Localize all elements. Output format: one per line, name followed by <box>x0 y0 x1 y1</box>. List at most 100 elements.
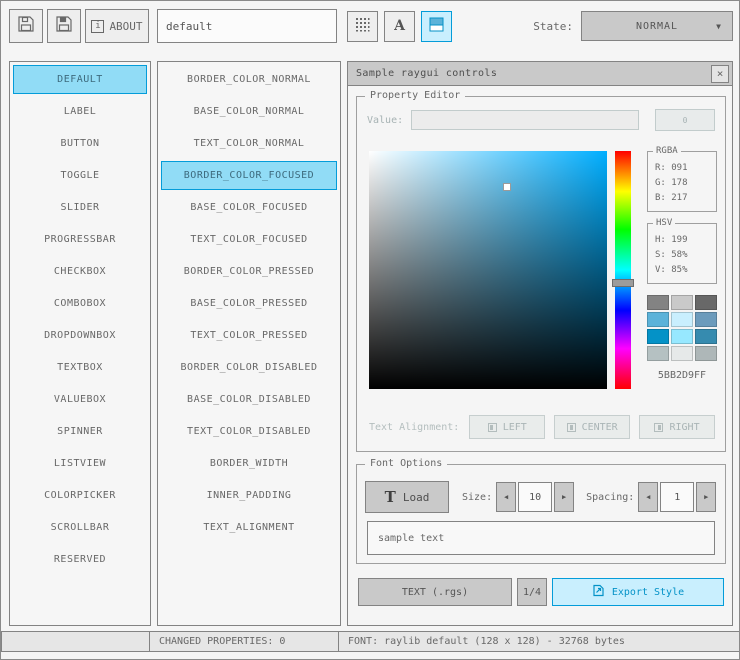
size-decrement-button[interactable]: ◀ <box>496 482 517 512</box>
style-color-palette <box>647 295 717 361</box>
size-value[interactable]: 10 <box>518 482 553 512</box>
text-alignment-label: Text Alignment: <box>369 421 460 433</box>
style-editor-icon <box>429 17 444 36</box>
about-button-label: ABOUT <box>109 19 143 33</box>
font-view-button[interactable]: A <box>384 10 415 42</box>
load-font-button[interactable]: T Load <box>365 481 449 513</box>
hsv-s-value: S: 58% <box>655 250 688 260</box>
property-item-text_color_normal[interactable]: TEXT_COLOR_NORMAL <box>161 129 337 158</box>
font-t-icon: T <box>384 488 396 506</box>
control-item-button[interactable]: BUTTON <box>13 129 147 158</box>
spacing-decrement-button[interactable]: ◀ <box>638 482 659 512</box>
color-picker-marker[interactable] <box>503 182 512 191</box>
property-item-base_color_disabled[interactable]: BASE_COLOR_DISABLED <box>161 385 337 414</box>
font-row: T Load Size: ◀ 10 ▶ Spacing: ◀ 1 ▶ <box>365 481 719 513</box>
control-item-checkbox[interactable]: CHECKBOX <box>13 257 147 286</box>
control-item-valuebox[interactable]: VALUEBOX <box>13 385 147 414</box>
state-dropdown[interactable]: NORMAL ▼ <box>581 11 733 41</box>
control-item-scrollbar[interactable]: SCROLLBAR <box>13 513 147 542</box>
export-style-button[interactable]: Export Style <box>552 578 724 606</box>
property-item-text_color_focused[interactable]: TEXT_COLOR_FOCUSED <box>161 225 337 254</box>
palette-swatch[interactable] <box>647 312 669 327</box>
control-item-toggle[interactable]: TOGGLE <box>13 161 147 190</box>
control-item-slider[interactable]: SLIDER <box>13 193 147 222</box>
palette-swatch[interactable] <box>695 329 717 344</box>
color-info-column: RGBA R: 091 G: 178 B: 217 HSV H: 199 S: … <box>647 146 717 381</box>
property-item-base_color_normal[interactable]: BASE_COLOR_NORMAL <box>161 97 337 126</box>
palette-swatch[interactable] <box>695 346 717 361</box>
color-picker-panel[interactable] <box>369 151 607 389</box>
palette-swatch[interactable] <box>647 295 669 310</box>
control-item-spinner[interactable]: SPINNER <box>13 417 147 446</box>
control-item-progressbar[interactable]: PROGRESSBAR <box>13 225 147 254</box>
font-icon: A <box>394 18 405 34</box>
property-item-border_color_focused[interactable]: BORDER_COLOR_FOCUSED <box>161 161 337 190</box>
control-item-colorpicker[interactable]: COLORPICKER <box>13 481 147 510</box>
rgba-r-value: R: 091 <box>655 163 688 173</box>
control-item-reserved[interactable]: RESERVED <box>13 545 147 574</box>
page-indicator-button[interactable]: 1/4 <box>517 578 547 606</box>
property-item-text_alignment[interactable]: TEXT_ALIGNMENT <box>161 513 337 542</box>
value-label: Value: <box>367 114 404 126</box>
palette-swatch[interactable] <box>695 295 717 310</box>
palette-swatch[interactable] <box>695 312 717 327</box>
properties-list: BORDER_COLOR_NORMAL BASE_COLOR_NORMAL TEXT… <box>157 61 341 626</box>
sample-window-titlebar[interactable]: Sample raygui controls × <box>348 62 732 86</box>
spacing-label: Spacing: <box>586 491 635 503</box>
palette-swatch[interactable] <box>647 346 669 361</box>
align-right-label: RIGHT <box>669 421 700 433</box>
align-center-button[interactable]: CENTER <box>554 415 631 439</box>
hue-bar[interactable] <box>612 151 634 389</box>
property-item-border_color_normal[interactable]: BORDER_COLOR_NORMAL <box>161 65 337 94</box>
spacing-increment-button[interactable]: ▶ <box>696 482 717 512</box>
text-alignment-row: Text Alignment: LEFT CENTER RIGHT <box>369 415 715 439</box>
palette-swatch[interactable] <box>671 312 693 327</box>
control-item-label[interactable]: LABEL <box>13 97 147 126</box>
rguistyler-window: i ABOUT A <box>0 0 740 660</box>
align-right-button[interactable]: RIGHT <box>639 415 715 439</box>
grid-view-button[interactable] <box>347 10 378 42</box>
control-item-textbox[interactable]: TEXTBOX <box>13 353 147 382</box>
about-button[interactable]: i ABOUT <box>85 9 149 43</box>
align-left-button[interactable]: LEFT <box>469 415 546 439</box>
hsv-h-value: H: 199 <box>655 235 688 245</box>
control-item-listview[interactable]: LISTVIEW <box>13 449 147 478</box>
load-style-button[interactable] <box>9 9 43 43</box>
size-increment-button[interactable]: ▶ <box>554 482 575 512</box>
property-editor-group: Property Editor Value: 0 RGBA R: 091 G: … <box>356 90 726 452</box>
rgba-box: RGBA R: 091 G: 178 B: 217 <box>647 146 717 212</box>
load-font-label: Load <box>402 490 430 504</box>
palette-swatch[interactable] <box>647 329 669 344</box>
palette-swatch[interactable] <box>671 295 693 310</box>
grid-icon <box>355 17 370 36</box>
property-item-border_color_pressed[interactable]: BORDER_COLOR_PRESSED <box>161 257 337 286</box>
property-item-text_color_disabled[interactable]: TEXT_COLOR_DISABLED <box>161 417 337 446</box>
value-row: Value: 0 <box>367 109 715 131</box>
export-row: TEXT (.rgs) 1/4 Export Style <box>358 578 724 606</box>
load-file-icon <box>16 14 36 38</box>
property-item-base_color_focused[interactable]: BASE_COLOR_FOCUSED <box>161 193 337 222</box>
property-item-base_color_pressed[interactable]: BASE_COLOR_PRESSED <box>161 289 337 318</box>
save-style-button[interactable] <box>47 9 81 43</box>
value-button[interactable]: 0 <box>655 109 715 131</box>
style-view-button[interactable] <box>421 10 452 42</box>
property-item-border_width[interactable]: BORDER_WIDTH <box>161 449 337 478</box>
hue-slider-handle[interactable] <box>612 278 634 287</box>
control-item-combobox[interactable]: COMBOBOX <box>13 289 147 318</box>
property-item-text_color_pressed[interactable]: TEXT_COLOR_PRESSED <box>161 321 337 350</box>
palette-swatch[interactable] <box>671 346 693 361</box>
hex-color-value: 5BB2D9FF <box>657 370 707 381</box>
property-item-inner_padding[interactable]: INNER_PADDING <box>161 481 337 510</box>
control-item-default[interactable]: DEFAULT <box>13 65 147 94</box>
statusbar-segment-empty <box>1 631 150 652</box>
spacing-value[interactable]: 1 <box>660 482 695 512</box>
value-input[interactable] <box>411 110 639 130</box>
property-item-border_color_disabled[interactable]: BORDER_COLOR_DISABLED <box>161 353 337 382</box>
palette-swatch[interactable] <box>671 329 693 344</box>
sample-text-box[interactable]: sample text <box>367 521 715 555</box>
font-options-group: Font Options T Load Size: ◀ 10 ▶ Spacing… <box>356 458 726 564</box>
control-item-dropdownbox[interactable]: DROPDOWNBOX <box>13 321 147 350</box>
close-button[interactable]: × <box>711 64 729 83</box>
style-name-input[interactable] <box>157 9 337 43</box>
export-format-button[interactable]: TEXT (.rgs) <box>358 578 512 606</box>
